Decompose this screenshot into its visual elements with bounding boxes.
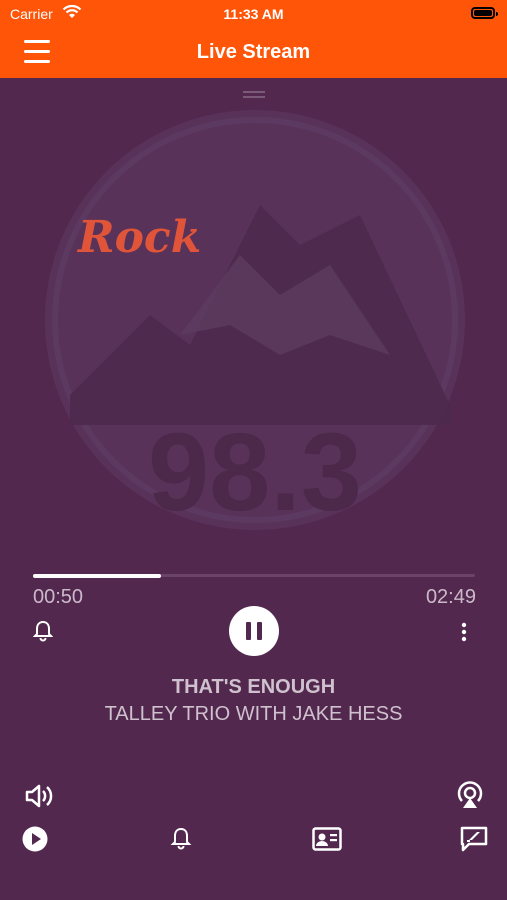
progress-slider[interactable] [33,573,475,578]
elapsed-time: 00:50 [33,586,84,608]
pause-button[interactable] [229,606,279,656]
artwork-text: Rock [78,212,202,263]
station-logo-artwork: 98.3 [45,110,465,534]
nav-bar: Live Stream [0,28,507,78]
total-time: 02:49 [425,586,476,608]
song-title: THAT'S ENOUGH [171,676,336,698]
notification-bell-icon[interactable] [170,827,192,851]
battery-icon [471,7,498,19]
artist-name: TALLEY TRIO WITH JAKE HESS [104,703,403,725]
play-icon[interactable] [22,826,48,852]
feedback-icon[interactable] [460,826,488,852]
artwork-number: 98.3 [148,411,362,534]
alarm-bell-icon[interactable] [33,620,53,642]
more-options-icon[interactable] [458,622,470,642]
status-bar: Carrier 11:33 AM [0,0,507,28]
page-title: Live Stream [196,41,311,63]
progress-fill [33,573,162,578]
volume-icon[interactable] [24,781,54,811]
contact-card-icon[interactable] [312,827,342,851]
airplay-icon[interactable] [453,779,487,811]
clock: 11:33 AM [223,6,284,22]
